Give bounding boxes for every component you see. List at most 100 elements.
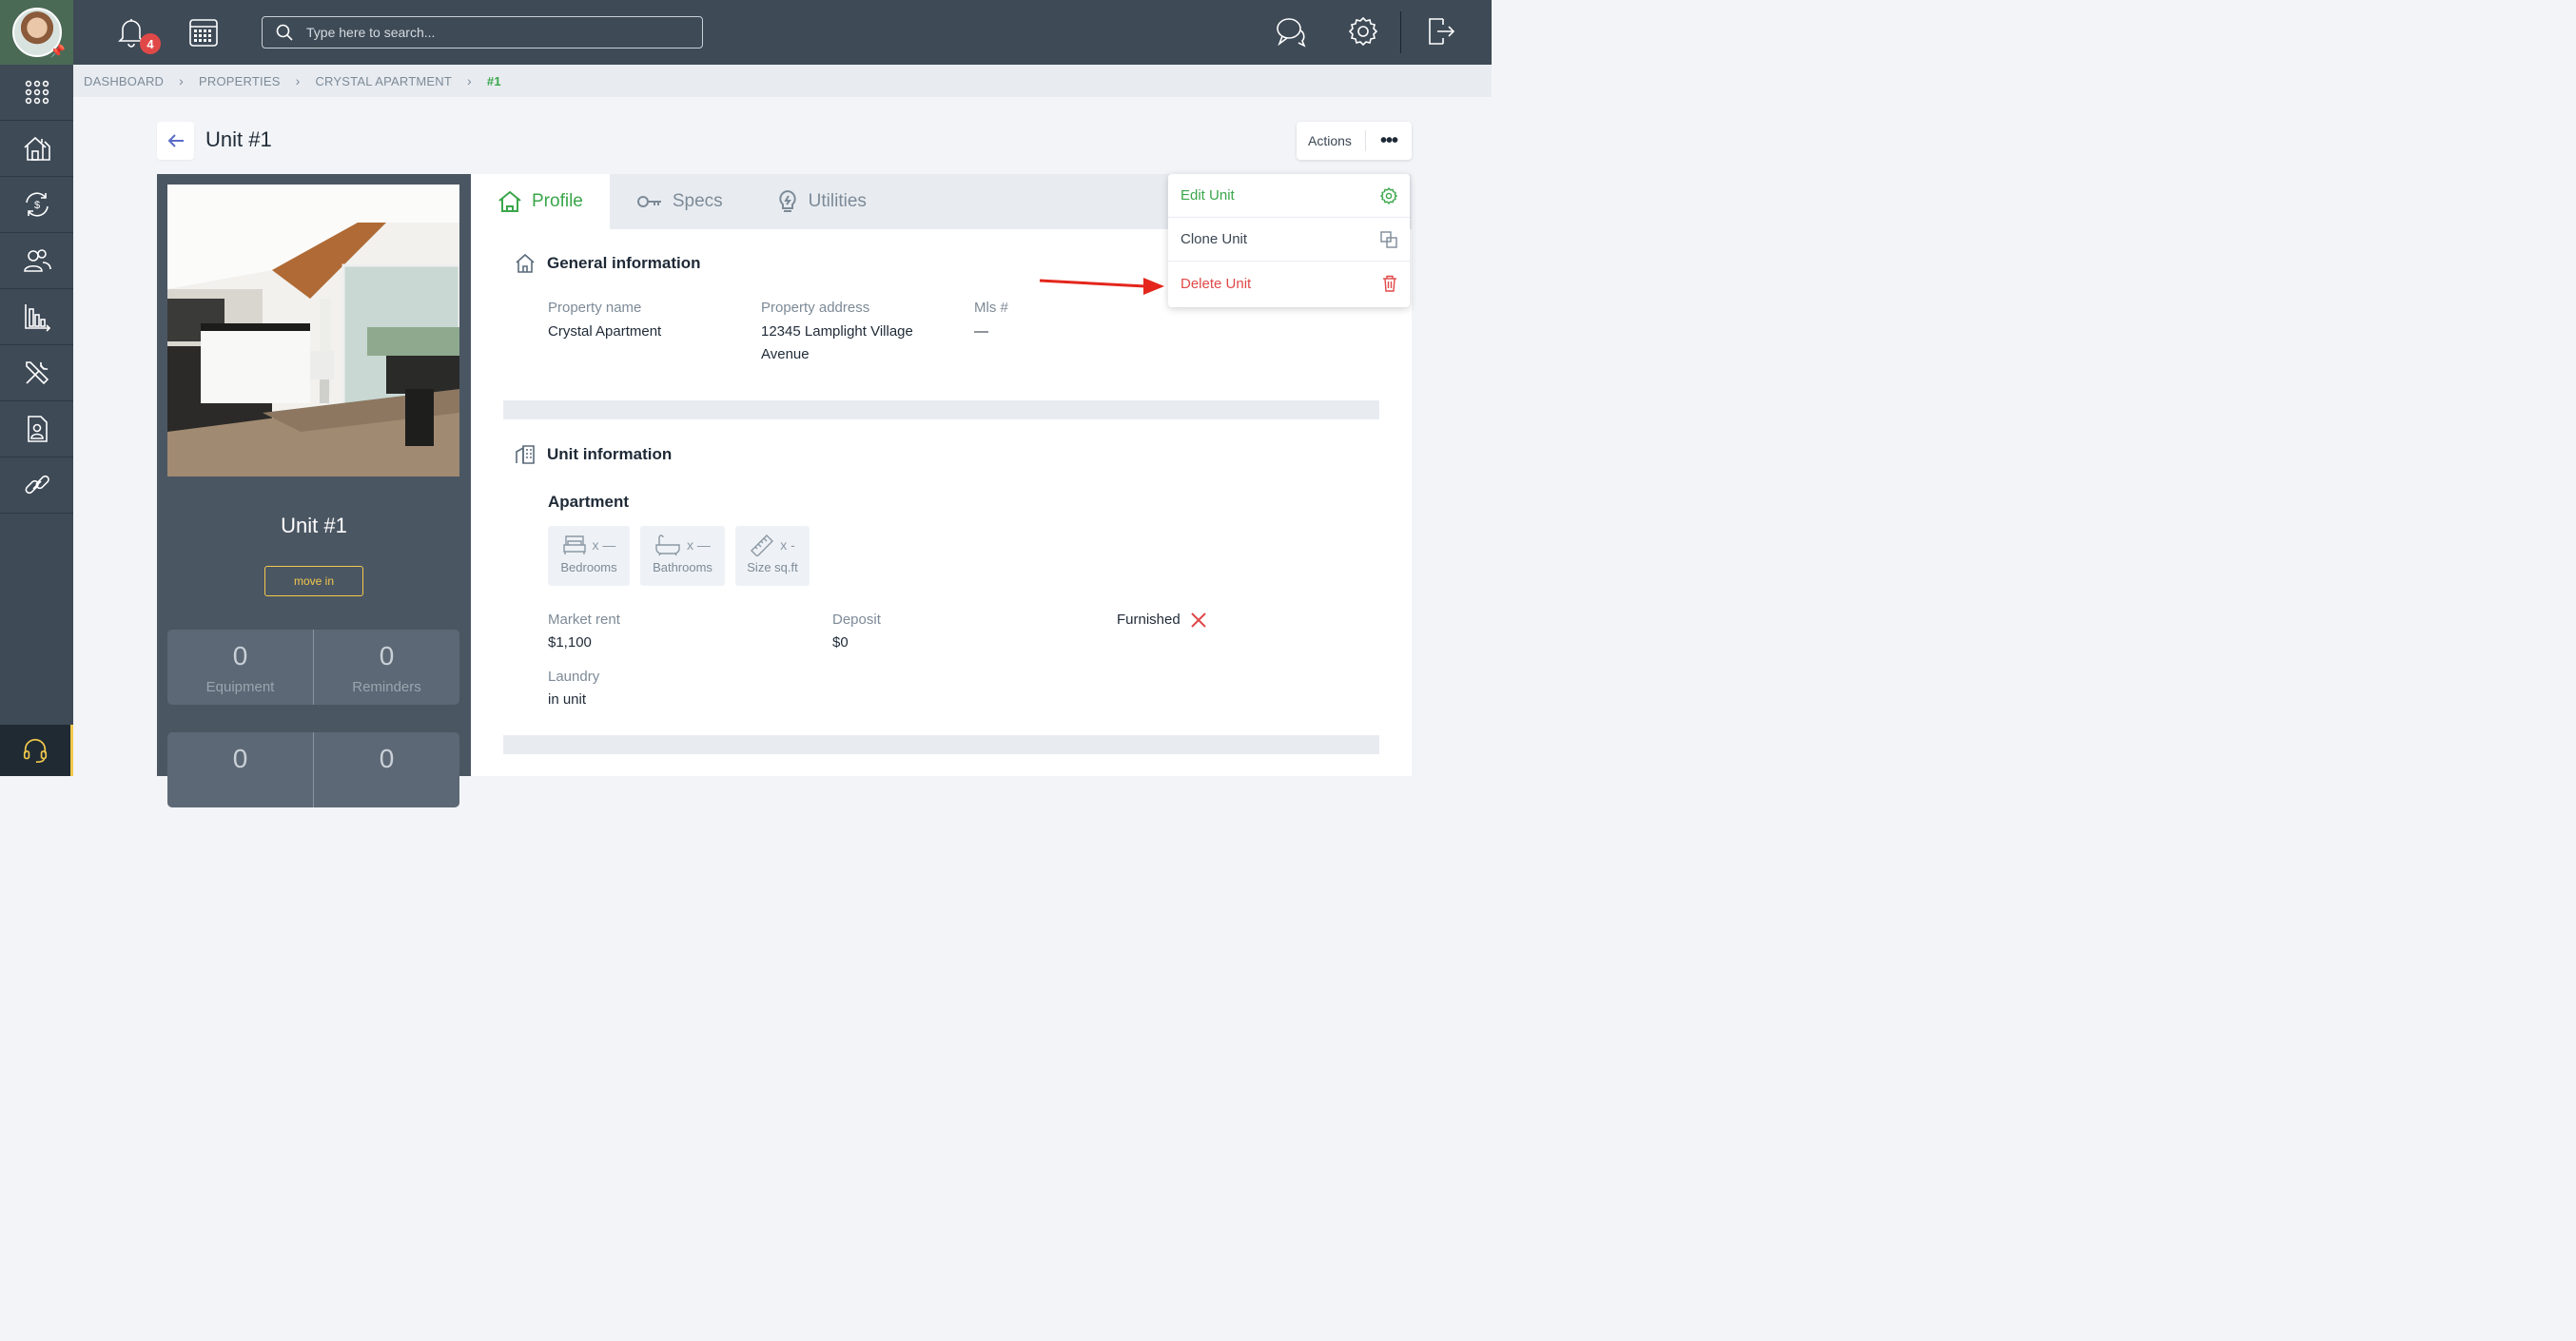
annotation-arrow-icon xyxy=(1039,278,1164,295)
stats-row-1: 0 Equipment 0 Reminders xyxy=(167,630,459,705)
trash-icon xyxy=(1383,275,1396,292)
stats-row-2: 0 0 xyxy=(167,732,459,807)
bathrooms-feature: x — Bathrooms xyxy=(640,526,725,586)
actions-label[interactable]: Actions xyxy=(1297,133,1365,148)
general-info-title: General information xyxy=(547,254,701,272)
calendar-icon[interactable] xyxy=(187,16,220,49)
unit-summary-panel: Unit #1 move in 0 Equipment 0 Reminders … xyxy=(157,174,471,807)
sidebar-item-reports[interactable] xyxy=(0,289,73,345)
headset-icon xyxy=(23,738,48,764)
building-icon xyxy=(516,445,535,464)
sidebar-item-documents[interactable] xyxy=(0,401,73,457)
house-icon xyxy=(498,190,521,212)
bedrooms-value: x — xyxy=(592,537,616,553)
size-value: x - xyxy=(780,537,795,553)
toolbar-divider xyxy=(1400,11,1401,53)
deposit-label: Deposit xyxy=(832,612,881,628)
back-button[interactable] xyxy=(157,122,194,160)
size-label: Size sq.ft xyxy=(747,560,798,574)
actions-menu-button[interactable]: Actions ••• xyxy=(1297,122,1412,160)
edit-unit-item[interactable]: Edit Unit xyxy=(1168,174,1410,218)
search-bar[interactable] xyxy=(262,16,703,49)
property-address-label: Property address xyxy=(761,300,870,316)
search-input[interactable] xyxy=(306,25,687,40)
equipment-label: Equipment xyxy=(205,679,275,695)
mls-value: — xyxy=(974,323,988,340)
unit-name: Unit #1 xyxy=(281,514,347,537)
delete-unit-item[interactable]: Delete Unit xyxy=(1168,262,1410,305)
tab-specs[interactable]: Specs xyxy=(610,174,750,229)
equipment-stat[interactable]: 0 Equipment xyxy=(167,630,313,705)
breadcrumb-properties[interactable]: PROPERTIES xyxy=(199,74,281,88)
chevron-right-icon: › xyxy=(467,73,472,88)
edit-unit-label: Edit Unit xyxy=(1181,187,1235,204)
unit-type: Apartment xyxy=(548,493,630,511)
unit-info-title: Unit information xyxy=(547,445,673,463)
general-info-heading: General information xyxy=(516,253,701,273)
bedrooms-feature: x — Bedrooms xyxy=(548,526,630,586)
notification-count-badge: 4 xyxy=(140,33,161,54)
sidebar-item-maintenance[interactable] xyxy=(0,345,73,401)
laundry-value: in unit xyxy=(548,691,587,708)
support-button[interactable] xyxy=(0,725,73,776)
more-icon[interactable]: ••• xyxy=(1366,130,1412,152)
tools-icon xyxy=(25,361,49,385)
reminders-count: 0 xyxy=(379,641,395,670)
money-cycle-icon: $ xyxy=(25,192,49,217)
tab-utilities-label: Utilities xyxy=(808,191,867,211)
ruler-icon xyxy=(751,534,774,556)
document-user-icon xyxy=(27,416,48,442)
move-in-button[interactable]: move in xyxy=(264,566,363,596)
chevron-right-icon: › xyxy=(295,73,301,88)
property-address-line1: 12345 Lamplight Village xyxy=(761,323,913,340)
property-name-value: Crystal Apartment xyxy=(548,323,662,340)
sidebar-item-apps[interactable] xyxy=(0,65,73,121)
unit-photo xyxy=(167,185,459,476)
close-x-icon xyxy=(1191,612,1206,628)
top-bar: 4 xyxy=(73,0,1492,65)
chat-icon[interactable] xyxy=(1275,15,1307,48)
delete-unit-label: Delete Unit xyxy=(1181,275,1252,292)
sidebar-item-payments[interactable]: $ xyxy=(0,177,73,233)
copy-icon xyxy=(1380,230,1397,248)
bathrooms-label: Bathrooms xyxy=(653,560,712,574)
svg-text:$: $ xyxy=(33,200,39,211)
gear-icon[interactable] xyxy=(1347,15,1379,48)
sidebar: 📌 $ xyxy=(0,0,73,776)
tab-profile[interactable]: Profile xyxy=(471,174,610,229)
stat-count: 0 xyxy=(379,744,395,773)
bathtub-icon xyxy=(655,534,680,556)
stat-item[interactable]: 0 xyxy=(313,732,459,807)
tab-specs-label: Specs xyxy=(672,191,723,211)
bar-chart-icon xyxy=(24,304,50,332)
sidebar-item-links[interactable] xyxy=(0,457,73,514)
link-icon xyxy=(25,475,49,495)
section-divider xyxy=(503,735,1379,754)
unit-info-heading: Unit information xyxy=(516,445,673,464)
house-icon xyxy=(23,136,50,161)
breadcrumb-property[interactable]: CRYSTAL APARTMENT xyxy=(315,74,452,88)
logout-icon[interactable] xyxy=(1424,15,1456,48)
laundry-label: Laundry xyxy=(548,669,600,685)
property-address-line2: Avenue xyxy=(761,346,810,362)
section-divider xyxy=(503,400,1379,419)
search-icon xyxy=(276,24,293,41)
clone-unit-item[interactable]: Clone Unit xyxy=(1168,218,1410,262)
pin-icon[interactable]: 📌 xyxy=(50,44,66,59)
market-rent-label: Market rent xyxy=(548,612,620,628)
property-name-label: Property name xyxy=(548,300,642,316)
stat-item[interactable]: 0 xyxy=(167,732,313,807)
bed-icon xyxy=(562,535,586,554)
sidebar-item-contacts[interactable] xyxy=(0,233,73,289)
bedrooms-label: Bedrooms xyxy=(560,560,617,574)
page-title: Unit #1 xyxy=(205,127,272,151)
apps-grid-icon xyxy=(25,80,49,105)
tab-utilities[interactable]: Utilities xyxy=(750,174,893,229)
sidebar-item-properties[interactable] xyxy=(0,121,73,177)
reminders-stat[interactable]: 0 Reminders xyxy=(313,630,459,705)
market-rent-value: $1,100 xyxy=(548,634,592,651)
key-icon xyxy=(636,196,661,207)
lightbulb-icon xyxy=(778,189,796,212)
user-avatar[interactable]: 📌 xyxy=(0,0,73,65)
breadcrumb-dashboard[interactable]: DASHBOARD xyxy=(84,74,164,88)
